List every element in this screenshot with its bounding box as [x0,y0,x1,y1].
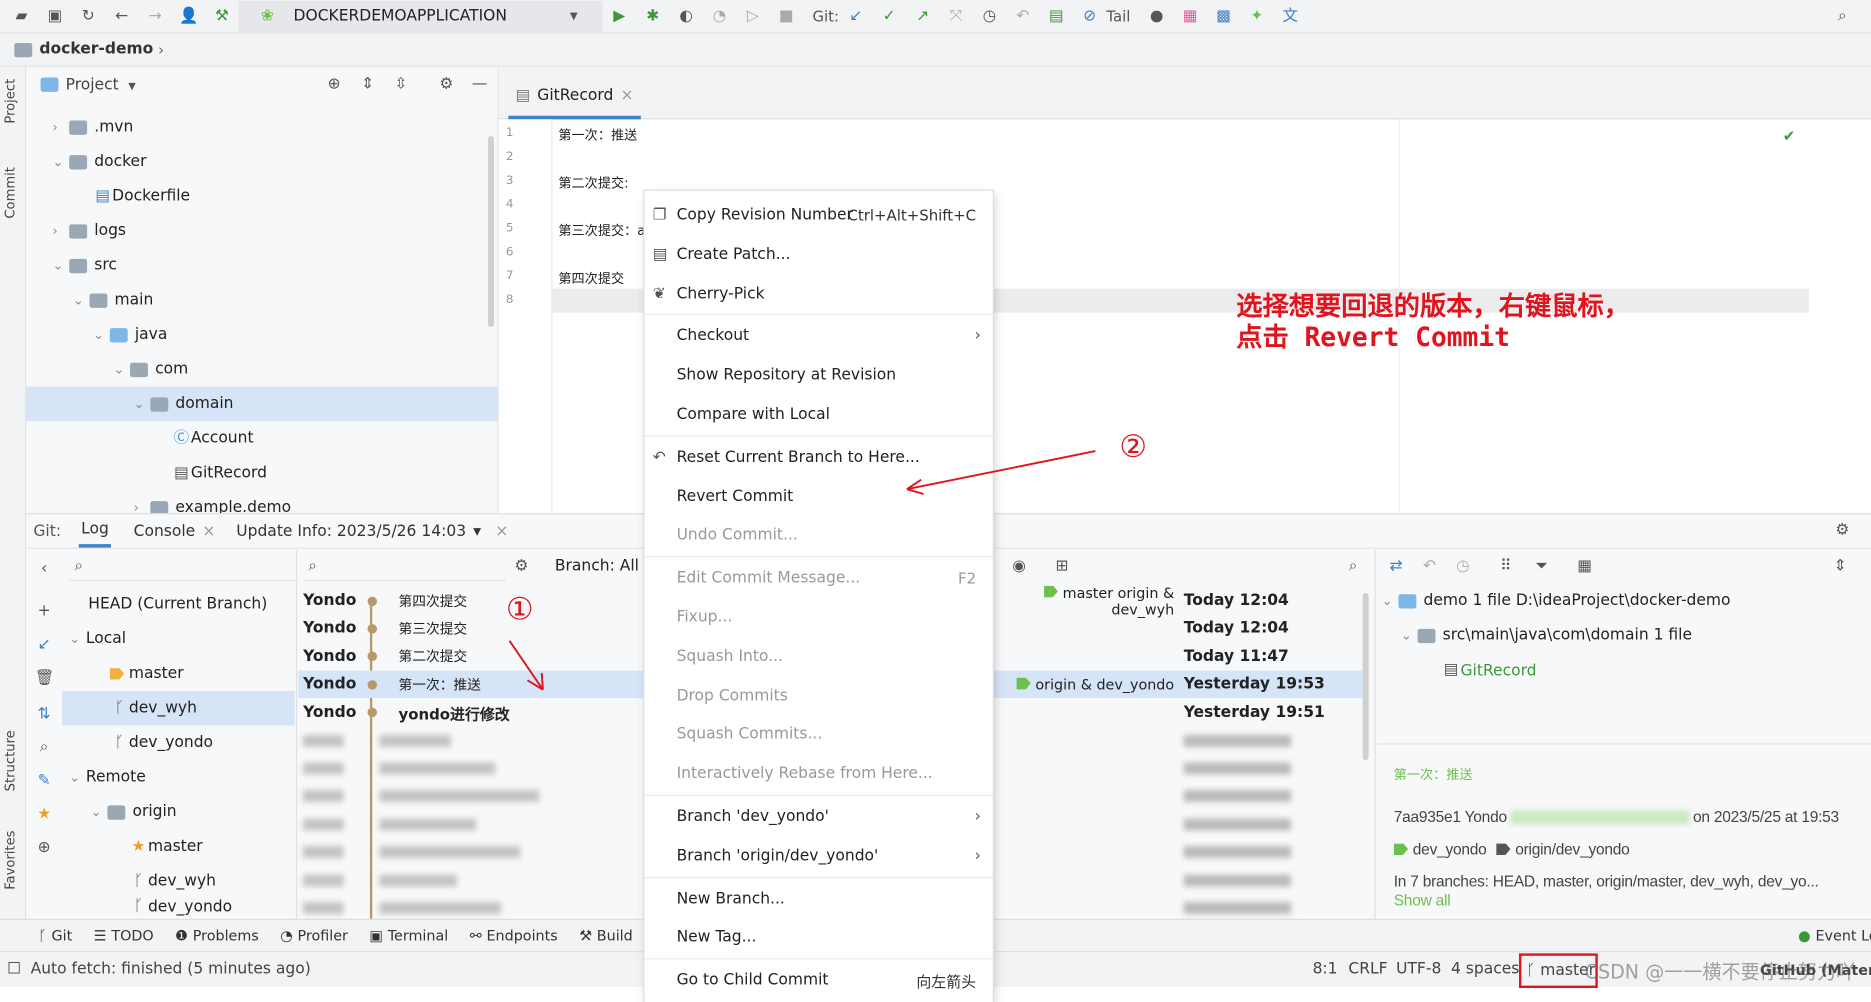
arrow-to-revert-commit [906,450,1096,495]
arrow-to-selected-commit [508,640,544,691]
annotation-arrows [508,450,1096,691]
